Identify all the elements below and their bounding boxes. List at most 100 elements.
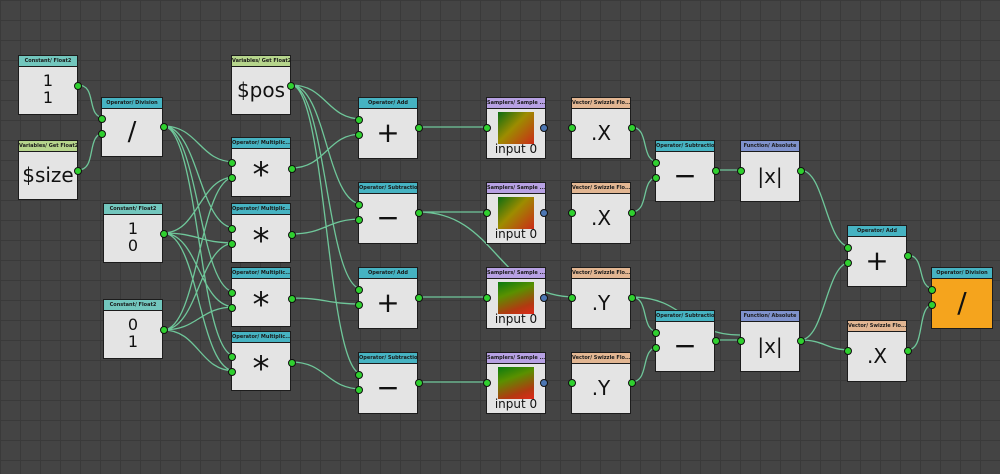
input-pin[interactable]: [737, 337, 745, 345]
subtract-node[interactable]: Operator/ Subtraction −: [355, 352, 423, 414]
input-pin-b[interactable]: [355, 216, 363, 224]
sampler-node[interactable]: Samplers/ Sample ... input 0: [483, 267, 548, 329]
output-pin[interactable]: [288, 231, 296, 239]
get-float2-node[interactable]: Variables/ Get Float2 $size: [18, 140, 82, 200]
output-pin[interactable]: [160, 230, 168, 238]
swizzle-component: .X: [590, 206, 612, 230]
output-pin[interactable]: [797, 167, 805, 175]
input-pin[interactable]: [568, 124, 576, 132]
division-node[interactable]: Operator/ Division /: [98, 97, 168, 157]
operator-symbol: −: [673, 329, 697, 362]
output-pin[interactable]: [628, 124, 636, 132]
multiply-node[interactable]: Operator/ Multiplic... *: [228, 203, 296, 263]
swizzle-node[interactable]: Vector/ Swizzle Flo... .X: [568, 182, 636, 244]
input-pin-a[interactable]: [355, 371, 363, 379]
texture-preview: [498, 112, 534, 144]
constant-float2-node[interactable]: Constant/ Float2 11: [18, 55, 82, 115]
output-division-node[interactable]: Operator/ Division /: [928, 267, 993, 329]
input-pin[interactable]: [568, 379, 576, 387]
subtract-node[interactable]: Operator/ Subtraction −: [652, 140, 720, 202]
input-pin-b[interactable]: [355, 386, 363, 394]
constant-float2-node[interactable]: Constant/ Float2 10: [103, 203, 168, 263]
input-pin[interactable]: [483, 209, 491, 217]
input-pin-b[interactable]: [652, 174, 660, 182]
input-pin-a[interactable]: [228, 225, 236, 233]
output-pin[interactable]: [797, 337, 805, 345]
add-node[interactable]: Operator/ Add +: [355, 267, 423, 329]
input-pin[interactable]: [737, 167, 745, 175]
input-pin[interactable]: [483, 124, 491, 132]
input-pin-b[interactable]: [355, 131, 363, 139]
subtract-node[interactable]: Operator/ Subtraction −: [355, 182, 423, 244]
input-pin-b[interactable]: [844, 259, 852, 267]
swizzle-node[interactable]: Vector/ Swizzle Flo... .Y: [568, 352, 636, 414]
sampler-node[interactable]: Samplers/ Sample ... input 0: [483, 97, 548, 159]
input-pin[interactable]: [568, 294, 576, 302]
add-node[interactable]: Operator/ Add +: [844, 225, 912, 287]
output-pin[interactable]: [415, 379, 423, 387]
output-pin[interactable]: [160, 123, 168, 131]
absolute-node[interactable]: Function/ Absolute |x|: [737, 310, 805, 372]
operator-symbol: −: [376, 201, 400, 234]
output-pin[interactable]: [712, 337, 720, 345]
swizzle-node[interactable]: Vector/ Swizzle Flo... .X: [568, 97, 636, 159]
absolute-node[interactable]: Function/ Absolute |x|: [737, 140, 805, 202]
add-node[interactable]: Operator/ Add +: [355, 97, 423, 159]
output-pin[interactable]: [628, 294, 636, 302]
output-pin[interactable]: [288, 359, 296, 367]
input-pin-b[interactable]: [652, 344, 660, 352]
input-pin-a[interactable]: [355, 116, 363, 124]
output-pin[interactable]: [540, 209, 548, 217]
input-pin-b[interactable]: [928, 301, 936, 309]
input-pin-a[interactable]: [228, 159, 236, 167]
input-pin-b[interactable]: [355, 301, 363, 309]
output-pin[interactable]: [904, 252, 912, 260]
multiply-node[interactable]: Operator/ Multiplic... *: [228, 137, 296, 197]
multiply-node[interactable]: Operator/ Multiplic... *: [228, 331, 296, 391]
output-pin[interactable]: [628, 209, 636, 217]
output-pin[interactable]: [712, 167, 720, 175]
output-pin[interactable]: [540, 294, 548, 302]
function-symbol: |x|: [757, 334, 783, 358]
output-pin[interactable]: [540, 379, 548, 387]
constant-float2-node[interactable]: Constant/ Float2 01: [103, 299, 168, 359]
input-pin[interactable]: [483, 294, 491, 302]
input-pin-a[interactable]: [228, 353, 236, 361]
input-pin[interactable]: [568, 209, 576, 217]
output-pin[interactable]: [160, 326, 168, 334]
input-pin[interactable]: [844, 347, 852, 355]
input-pin-b[interactable]: [228, 240, 236, 248]
input-pin[interactable]: [483, 379, 491, 387]
input-pin-a[interactable]: [355, 286, 363, 294]
sampler-node[interactable]: Samplers/ Sample ... input 0: [483, 352, 548, 414]
input-pin-b[interactable]: [98, 130, 106, 138]
output-pin[interactable]: [287, 82, 295, 90]
input-pin-a[interactable]: [355, 201, 363, 209]
input-pin-b[interactable]: [228, 174, 236, 182]
input-pin-b[interactable]: [228, 304, 236, 312]
output-pin[interactable]: [415, 294, 423, 302]
input-pin-a[interactable]: [844, 244, 852, 252]
input-pin-a[interactable]: [652, 159, 660, 167]
output-pin[interactable]: [628, 379, 636, 387]
input-pin-a[interactable]: [98, 115, 106, 123]
output-pin[interactable]: [415, 124, 423, 132]
output-pin[interactable]: [288, 295, 296, 303]
sampler-node[interactable]: Samplers/ Sample ... input 0: [483, 182, 548, 244]
input-pin-a[interactable]: [928, 286, 936, 294]
swizzle-node[interactable]: Vector/ Swizzle Flo... .Y: [568, 267, 636, 329]
output-pin[interactable]: [288, 165, 296, 173]
input-pin-a[interactable]: [652, 329, 660, 337]
input-pin-b[interactable]: [228, 368, 236, 376]
swizzle-node[interactable]: Vector/ Swizzle Flo... .X: [844, 320, 912, 382]
output-pin[interactable]: [74, 82, 82, 90]
output-pin[interactable]: [540, 124, 548, 132]
subtract-node[interactable]: Operator/ Subtraction −: [652, 310, 720, 372]
get-float2-node[interactable]: Variables/ Get Float2 $pos: [231, 55, 295, 115]
input-pin-a[interactable]: [228, 289, 236, 297]
output-pin[interactable]: [415, 209, 423, 217]
output-pin[interactable]: [904, 347, 912, 355]
output-pin[interactable]: [74, 167, 82, 175]
multiply-node[interactable]: Operator/ Multiplic... *: [228, 267, 296, 327]
swizzle-component: .X: [590, 121, 612, 145]
